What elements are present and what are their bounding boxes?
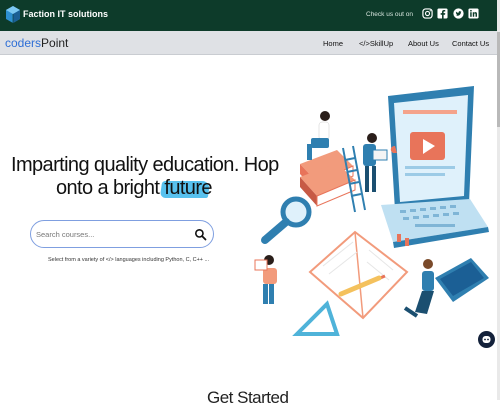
cube-logo-icon xyxy=(6,6,20,23)
hero-heading-line2: onto a bright future xyxy=(56,177,213,200)
search-icon[interactable] xyxy=(194,228,207,241)
nav-contact-us[interactable]: Contact Us xyxy=(452,39,489,48)
top-bar: Faction IT solutions Check us out on xyxy=(0,0,500,31)
magnifier-icon xyxy=(261,196,312,244)
linkedin-icon[interactable] xyxy=(468,8,479,19)
nav-about-us[interactable]: About Us xyxy=(408,39,439,48)
student-phone-icon xyxy=(403,259,434,318)
student-sitting-icon xyxy=(307,111,330,160)
chat-widget-button[interactable] xyxy=(478,331,495,348)
instagram-icon[interactable] xyxy=(422,8,433,19)
laptop-icon xyxy=(381,86,489,248)
student-reading-icon xyxy=(254,255,277,304)
site-logo[interactable]: codersPoint xyxy=(5,36,68,50)
tablet-icon xyxy=(435,258,489,302)
social-label: Check us out on xyxy=(366,11,413,18)
logo-point-text: Point xyxy=(41,36,69,50)
education-illustration xyxy=(254,86,489,336)
get-started-heading: Get Started xyxy=(207,388,289,407)
facebook-icon[interactable] xyxy=(437,8,448,19)
search-input[interactable] xyxy=(36,227,186,242)
nav-skillup[interactable]: </>SkillUp xyxy=(359,39,393,48)
nav-home[interactable]: Home xyxy=(323,39,343,48)
brand-name[interactable]: Faction IT solutions xyxy=(23,9,108,19)
hero-highlight: future xyxy=(160,177,213,200)
logo-coders-text: coders xyxy=(5,36,42,50)
languages-hint: Select from a variety of </> languages i… xyxy=(48,257,210,263)
twitter-icon[interactable] xyxy=(453,8,464,19)
chat-bot-icon xyxy=(482,336,491,343)
ruler-triangle-icon xyxy=(292,300,340,336)
hero-highlight-word: future xyxy=(164,177,212,199)
student-laptop-icon xyxy=(363,133,388,192)
hero-heading-prefix: onto a bright xyxy=(56,177,165,199)
course-search-box xyxy=(30,220,214,248)
hero-heading-line1: Imparting quality education. Hop xyxy=(11,154,279,176)
